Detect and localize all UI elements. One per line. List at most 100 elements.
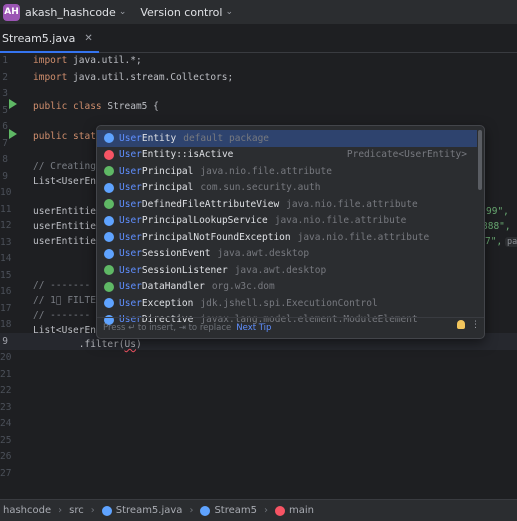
completion-item-name: UserSessionEvent — [119, 248, 211, 260]
chevron-down-icon: ⌄ — [118, 7, 127, 17]
interface-icon — [104, 199, 114, 210]
line-number: 11 — [0, 203, 12, 215]
chevron-right-icon: › — [263, 505, 268, 516]
line-number: 22 — [0, 385, 12, 396]
tab-label: Stream5.java — [2, 31, 76, 45]
code-line-current: .filter(Us) — [33, 339, 142, 350]
title-bar: AH akash_hashcode ⌄ Version control ⌄ — [0, 0, 517, 24]
class-icon — [104, 232, 114, 243]
completion-item-package: default package — [183, 132, 270, 144]
inlay-hint: pa — [505, 234, 517, 251]
class-icon — [104, 298, 114, 309]
class-icon — [200, 505, 211, 516]
method-icon — [104, 149, 114, 160]
line-number: 10 — [0, 187, 12, 198]
editor-tab-bar: Stream5.java ✕ — [0, 24, 517, 53]
line-number: 18 — [0, 319, 12, 330]
code-line: public stati — [33, 131, 102, 142]
completion-item[interactable]: UserPrincipal com.sun.security.auth — [97, 180, 477, 197]
class-icon — [104, 133, 114, 144]
code-line: userEntities — [33, 236, 102, 247]
completion-item-name: UserEntity::isActive — [119, 149, 234, 161]
breadcrumb-file[interactable]: Stream5.java — [101, 505, 182, 516]
completion-item[interactable]: UserEntity::isActive Predicate<UserEntity… — [97, 147, 477, 164]
line-number: 6 — [2, 121, 8, 132]
completion-item[interactable]: UserPrincipalLookupService java.nio.file.… — [97, 213, 477, 230]
footer-hint: Press ↵ to insert, ⇥ to replace — [103, 323, 232, 333]
completion-item[interactable]: UserPrincipal java.nio.file.attribute — [97, 163, 477, 180]
line-number: 23 — [0, 401, 12, 413]
line-number: 2 — [2, 71, 8, 83]
completion-item-type: Predicate<UserEntity> — [346, 149, 467, 161]
completion-item-name: UserPrincipal — [119, 165, 194, 177]
line-number-current: 9 — [2, 335, 8, 347]
java-file-icon — [101, 505, 112, 516]
completion-item-package: jdk.jshell.spi.ExecutionControl — [200, 297, 378, 309]
line-number: 20 — [0, 352, 12, 363]
completion-item[interactable]: UserSessionListener java.awt.desktop — [97, 262, 477, 279]
line-number: 5 — [2, 104, 8, 116]
vcs-label: Version control — [140, 5, 223, 19]
class-icon — [104, 215, 114, 226]
code-completion-popup[interactable]: UserEntity default packageUserEntity::isA… — [96, 125, 485, 339]
code-line: import java.util.stream.Collectors; — [33, 71, 234, 83]
breadcrumb-project[interactable]: hashcode — [3, 505, 51, 516]
close-icon[interactable]: ✕ — [84, 33, 92, 44]
line-number: 21 — [0, 368, 12, 380]
line-number: 16 — [0, 286, 12, 297]
method-icon — [274, 505, 285, 516]
code-line: public class Stream5 { — [33, 101, 159, 112]
chevron-down-icon: ⌄ — [225, 7, 233, 17]
completion-item-name: UserSessionListener — [119, 264, 228, 276]
completion-item[interactable]: UserPrincipalNotFoundException java.nio.f… — [97, 229, 477, 246]
interface-icon — [104, 166, 114, 177]
next-tip-link[interactable]: Next Tip — [236, 323, 271, 333]
completion-item[interactable]: UserSessionEvent java.awt.desktop — [97, 246, 477, 263]
completion-item-name: UserPrincipal — [119, 182, 194, 194]
completion-item-name: UserDefinedFileAttributeView — [119, 198, 280, 210]
line-number: 1 — [2, 55, 8, 66]
class-icon — [104, 248, 114, 259]
lightbulb-icon[interactable] — [457, 320, 465, 329]
project-name: akash_hashcode — [25, 5, 116, 19]
completion-scrollbar[interactable] — [478, 130, 482, 190]
run-main-icon[interactable] — [9, 129, 17, 139]
line-number: 12 — [0, 220, 12, 231]
completion-item-name: UserDataHandler — [119, 281, 205, 293]
line-number: 17 — [0, 302, 12, 314]
line-number: 7 — [2, 137, 8, 149]
line-number: 3 — [2, 88, 8, 99]
breadcrumb-src[interactable]: src — [69, 505, 84, 516]
completion-item-name: UserPrincipalNotFoundException — [119, 231, 291, 243]
line-number: 14 — [0, 253, 12, 264]
completion-item-package: java.nio.file.attribute — [297, 231, 430, 243]
line-number: 27 — [0, 467, 12, 479]
completion-footer: Press ↵ to insert, ⇥ to replace Next Tip — [97, 317, 484, 338]
more-options-icon[interactable]: ⋮ — [471, 321, 480, 330]
code-line: import java.util.*; — [33, 55, 142, 66]
string-literal: 7", — [485, 236, 503, 247]
project-selector[interactable]: akash_hashcode ⌄ — [25, 6, 126, 19]
class-icon — [104, 182, 114, 193]
run-class-icon[interactable] — [9, 99, 17, 109]
completion-item[interactable]: UserDataHandler org.w3c.dom — [97, 279, 477, 296]
line-number: 15 — [0, 269, 12, 281]
line-number: 26 — [0, 451, 12, 462]
completion-item-name: UserEntity — [119, 132, 177, 144]
completion-item-name: UserException — [119, 297, 194, 309]
project-avatar[interactable]: AH — [3, 3, 20, 21]
breadcrumb-method[interactable]: main — [274, 505, 314, 516]
completion-item[interactable]: UserException jdk.jshell.spi.ExecutionCon… — [97, 295, 477, 312]
line-number: 13 — [0, 236, 12, 248]
interface-icon — [104, 281, 114, 292]
completion-item-name: UserPrincipalLookupService — [119, 215, 268, 227]
completion-item[interactable]: UserDefinedFileAttributeView java.nio.fil… — [97, 196, 477, 213]
completion-item-package: java.awt.desktop — [234, 264, 327, 276]
line-number: 9 — [2, 170, 8, 182]
vcs-selector[interactable]: Version control ⌄ — [140, 6, 233, 19]
breadcrumb-class[interactable]: Stream5 — [200, 505, 257, 516]
chevron-right-icon: › — [58, 505, 63, 516]
tab-stream5-java[interactable]: Stream5.java ✕ — [0, 24, 99, 53]
line-number: 25 — [0, 434, 12, 446]
completion-item[interactable]: UserEntity default package — [97, 130, 477, 147]
